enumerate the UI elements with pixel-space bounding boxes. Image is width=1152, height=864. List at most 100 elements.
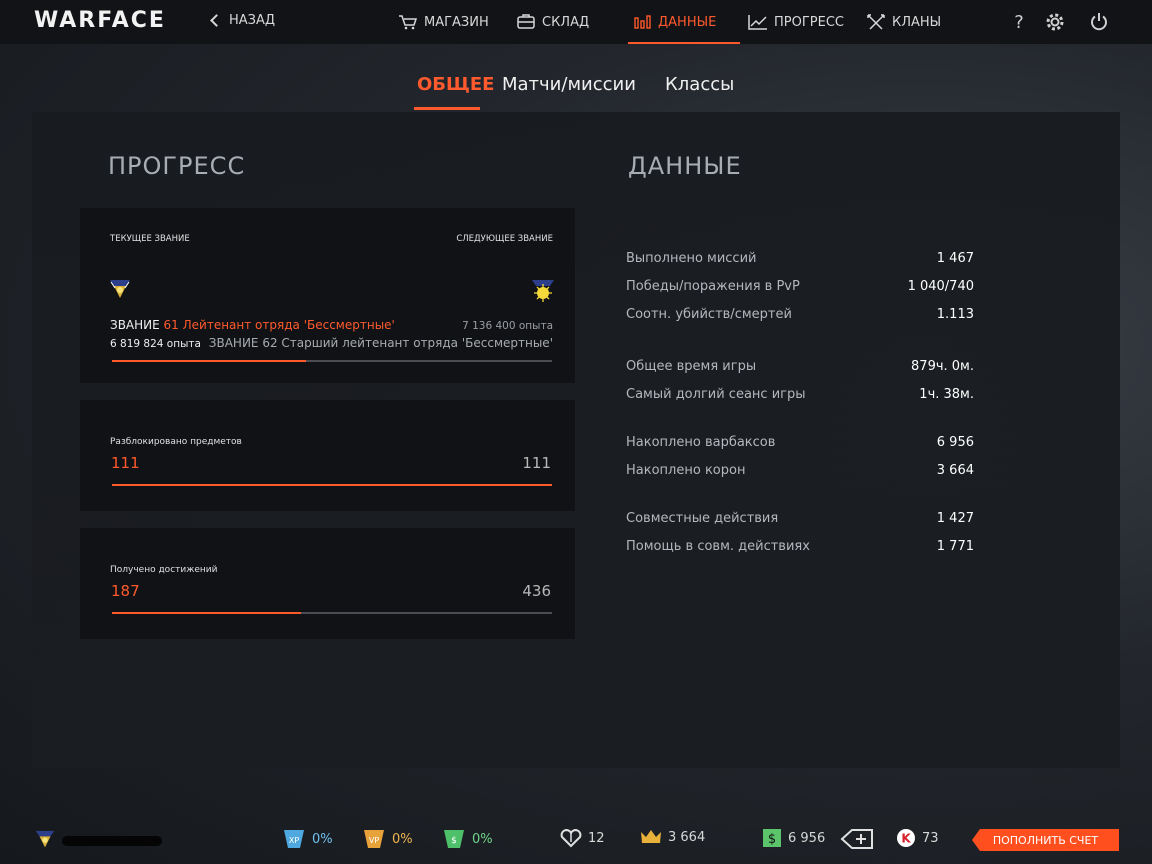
player-profile[interactable] [34,828,162,854]
tokens[interactable]: 12 [560,828,605,848]
boost-xp[interactable]: XP 0% [282,828,333,850]
nav-data-label: ДАННЫЕ [658,14,717,30]
money-boost-value: 0% [472,831,493,847]
stat-row: Накоплено корон 3 664 [626,463,974,478]
data-title: ДАННЫЕ [628,152,742,180]
unlocked-items-label: Разблокировано предметов [110,437,242,447]
kredits-icon: K [897,829,915,847]
stat-value: 3 664 [936,463,974,478]
current-rank-xp: 6 819 824 опыта [110,338,201,350]
stat-value: 879ч. 0м. [911,359,974,374]
xp-boost-icon: XP [284,830,304,848]
tab-classes[interactable]: Классы [665,74,734,95]
progress-title: ПРОГРЕСС [108,152,246,180]
kredits-value: 73 [922,830,939,846]
nav-inventory-label: СКЛАД [542,14,590,30]
cart-icon [399,15,418,30]
achievements-card: Получено достижений 187 436 [80,528,575,639]
nav-progress-label: ПРОГРЕСС [774,14,844,30]
rank-progress-fill [112,360,306,362]
svg-text:$: $ [768,832,776,847]
back-button[interactable]: НАЗАД [210,13,276,28]
stat-row: Общее время игры 879ч. 0м. [626,359,974,374]
stat-label: Накоплено варбаксов [626,435,776,450]
warbucks-icon: $ [763,829,781,847]
nav-inventory[interactable]: СКЛАД [516,0,589,44]
achievements-total: 436 [522,582,551,600]
boost-money[interactable]: $ 0% [442,828,493,850]
stat-value: 1 040/740 [907,279,974,294]
rank-card: ТЕКУЩЕЕ ЗВАНИЕ СЛЕДУЮЩЕЕ ЗВАНИЕ ЗВАНИЕ 6… [80,208,575,383]
chevron-left-icon [210,14,223,27]
xp-boost-value: 0% [312,831,333,847]
nav-data[interactable]: ДАННЫЕ [628,0,740,44]
unlocked-items-value: 111 [111,454,140,472]
current-rank-badge-icon [110,280,130,298]
achievements-value: 187 [111,582,140,600]
warface-logo: WARFACE [34,8,166,33]
stat-row: Накоплено варбаксов 6 956 [626,435,974,450]
svg-text:$: $ [451,836,457,846]
crowns[interactable]: 3 664 [640,828,705,846]
svg-text:XP: XP [289,836,299,845]
add-funds-button[interactable] [840,828,874,850]
active-tab-indicator [414,107,480,110]
bar-chart-icon [634,15,651,29]
player-name-redacted [62,836,162,846]
vp-boost-value: 0% [392,831,413,847]
achievements-fill [112,612,302,614]
stat-value: 6 956 [936,435,974,450]
warbucks-value: 6 956 [788,830,826,846]
crown-icon [641,830,661,843]
nav-clans[interactable]: КЛАНЫ [866,0,941,44]
achievements-bar [112,612,552,614]
stat-label: Соотн. убийств/смертей [626,307,792,322]
back-label: НАЗАД [229,13,276,28]
tokens-value: 12 [588,830,605,846]
stat-label: Победы/поражения в PvP [626,279,800,294]
current-rank-line: ЗВАНИЕ 61 Лейтенант отряда 'Бессмертные' [110,318,395,332]
crowns-value: 3 664 [668,829,706,845]
gear-icon[interactable] [1044,11,1066,33]
next-rank-badge-icon [532,280,554,302]
current-rank-prefix: ЗВАНИЕ [110,318,160,332]
boost-vp[interactable]: VP 0% [362,828,413,850]
topup-button[interactable]: ПОПОЛНИТЬ СЧЕТ [972,829,1119,851]
top-bar: WARFACE НАЗАД МАГАЗИН СКЛАД ДАННЫЕ ПРОГР… [0,0,1152,44]
stat-row: Совместные действия 1 427 [626,511,974,526]
svg-text:VP: VP [369,836,379,845]
nav-shop-label: МАГАЗИН [424,14,489,30]
unlocked-items-fill [112,484,552,486]
crossed-swords-icon [867,14,885,30]
next-rank-label: СЛЕДУЮЩЕЕ ЗВАНИЕ [456,234,553,244]
unlocked-items-total: 111 [522,454,551,472]
stat-value: 1.113 [936,307,974,322]
help-icon[interactable]: ? [1008,11,1030,33]
svg-text:K: K [901,832,911,846]
vp-boost-icon: VP [364,830,384,848]
stat-value: 1 467 [936,251,974,266]
stat-label: Выполнено миссий [626,251,757,266]
power-icon[interactable] [1088,11,1110,33]
money-boost-icon: $ [444,830,464,848]
add-icon [840,829,873,849]
nav-shop[interactable]: МАГАЗИН [398,0,489,44]
stat-label: Общее время игры [626,359,757,374]
stat-row: Помощь в совм. действиях 1 771 [626,539,974,554]
tab-matches[interactable]: Матчи/миссии [502,74,636,95]
current-rank-name: 61 Лейтенант отряда 'Бессмертные' [163,318,395,332]
next-rank-xp: 7 136 400 опыта [462,320,553,332]
kredits[interactable]: K 73 [896,828,939,848]
current-rank-label: ТЕКУЩЕЕ ЗВАНИЕ [110,234,190,244]
achievements-label: Получено достижений [110,565,218,575]
nav-progress[interactable]: ПРОГРЕСС [748,0,844,44]
unlocked-items-bar [112,484,552,486]
stat-label: Накоплено корон [626,463,746,478]
stat-label: Самый долгий сеанс игры [626,387,806,402]
tab-general[interactable]: ОБЩЕЕ [417,74,494,95]
stat-value: 1ч. 38м. [919,387,974,402]
stat-row: Соотн. убийств/смертей 1.113 [626,307,974,322]
heart-token-icon [560,829,582,848]
warbucks[interactable]: $ 6 956 [762,828,825,848]
stat-row: Победы/поражения в PvP 1 040/740 [626,279,974,294]
